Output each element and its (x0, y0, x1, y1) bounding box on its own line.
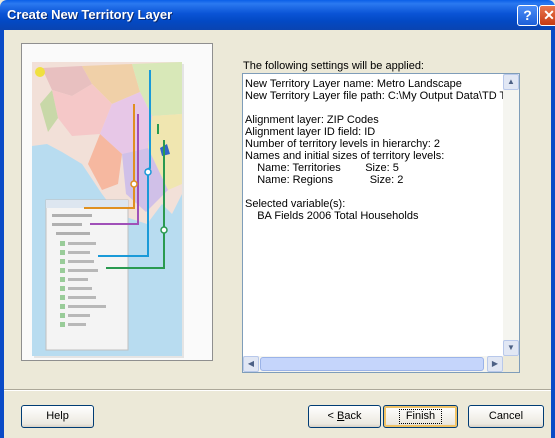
scroll-right-icon[interactable]: ▶ (487, 356, 503, 372)
window-frame-left (0, 30, 4, 438)
connector-node (130, 180, 138, 188)
connector-node (160, 226, 168, 234)
close-icon[interactable]: ✕ (539, 5, 555, 26)
legend-panel-header (46, 200, 128, 208)
window-title: Create New Territory Layer (7, 7, 173, 22)
finish-button[interactable]: Finish (383, 405, 458, 428)
back-label-rest: ack (344, 410, 362, 422)
scroll-corner (503, 356, 519, 372)
scroll-up-icon[interactable]: ▲ (503, 74, 519, 90)
horizontal-scrollbar[interactable]: ◀ ▶ (243, 356, 503, 372)
wizard-illustration (21, 43, 213, 361)
back-button[interactable]: < Back (308, 405, 381, 428)
window-frame-right (551, 30, 555, 438)
back-label-prefix: < (327, 410, 337, 422)
finish-label: Finish (398, 409, 443, 424)
connector-node (144, 168, 152, 176)
help-button[interactable]: Help (21, 405, 94, 428)
settings-textbox[interactable]: New Territory Layer name: Metro Landscap… (242, 73, 520, 373)
vertical-scrollbar[interactable]: ▲ ▼ (503, 74, 519, 356)
scroll-left-icon[interactable]: ◀ (243, 356, 259, 372)
scroll-thumb[interactable] (260, 357, 484, 371)
help-icon[interactable]: ? (517, 5, 538, 26)
settings-caption: The following settings will be applied: (243, 60, 424, 72)
scroll-down-icon[interactable]: ▼ (503, 340, 519, 356)
map-marker (35, 67, 45, 77)
legend-panel (45, 199, 129, 351)
divider-highlight (4, 390, 551, 391)
map-illustration (22, 44, 212, 360)
settings-text: New Territory Layer name: Metro Landscap… (245, 78, 503, 222)
title-bar: Create New Territory Layer ? ✕ (0, 0, 555, 30)
cancel-button[interactable]: Cancel (468, 405, 544, 428)
